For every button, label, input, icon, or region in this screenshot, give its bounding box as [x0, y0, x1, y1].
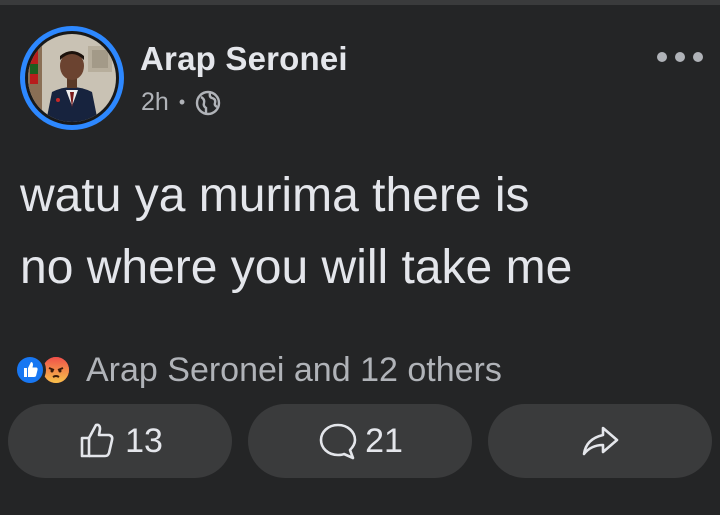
post-text: watu ya murima there is no where you wil…	[20, 169, 573, 294]
thumbs-up-icon	[80, 423, 114, 458]
more-horizontal-icon-dot	[657, 52, 667, 62]
post-card: Arap Seronei 2h • watu ya murima there i…	[0, 0, 720, 515]
avatar[interactable]	[20, 26, 124, 130]
avatar-image	[28, 34, 116, 122]
more-horizontal-icon-dot	[693, 52, 703, 62]
like-reaction-icon	[14, 354, 46, 386]
like-button[interactable]: 13	[8, 404, 232, 478]
comment-button[interactable]: 21	[248, 404, 472, 478]
reaction-icons	[14, 350, 86, 390]
meta-separator: •	[178, 92, 186, 112]
avatar-photo	[25, 31, 119, 125]
comment-count: 21	[365, 421, 403, 460]
reactions-summary-text: Arap Seronei and 12 others	[86, 350, 502, 389]
like-count: 13	[125, 421, 163, 460]
top-divider	[0, 0, 720, 5]
comment-icon	[319, 423, 357, 460]
more-options-button[interactable]	[650, 42, 710, 72]
share-button[interactable]	[488, 404, 712, 478]
reactions-summary[interactable]: Arap Seronei and 12 others	[14, 350, 502, 390]
share-icon	[582, 426, 619, 456]
author-name[interactable]: Arap Seronei	[140, 40, 348, 78]
more-horizontal-icon-dot	[675, 52, 685, 62]
post-time[interactable]: 2h	[141, 88, 169, 117]
post-meta: 2h •	[141, 88, 221, 117]
globe-icon[interactable]	[195, 90, 221, 116]
